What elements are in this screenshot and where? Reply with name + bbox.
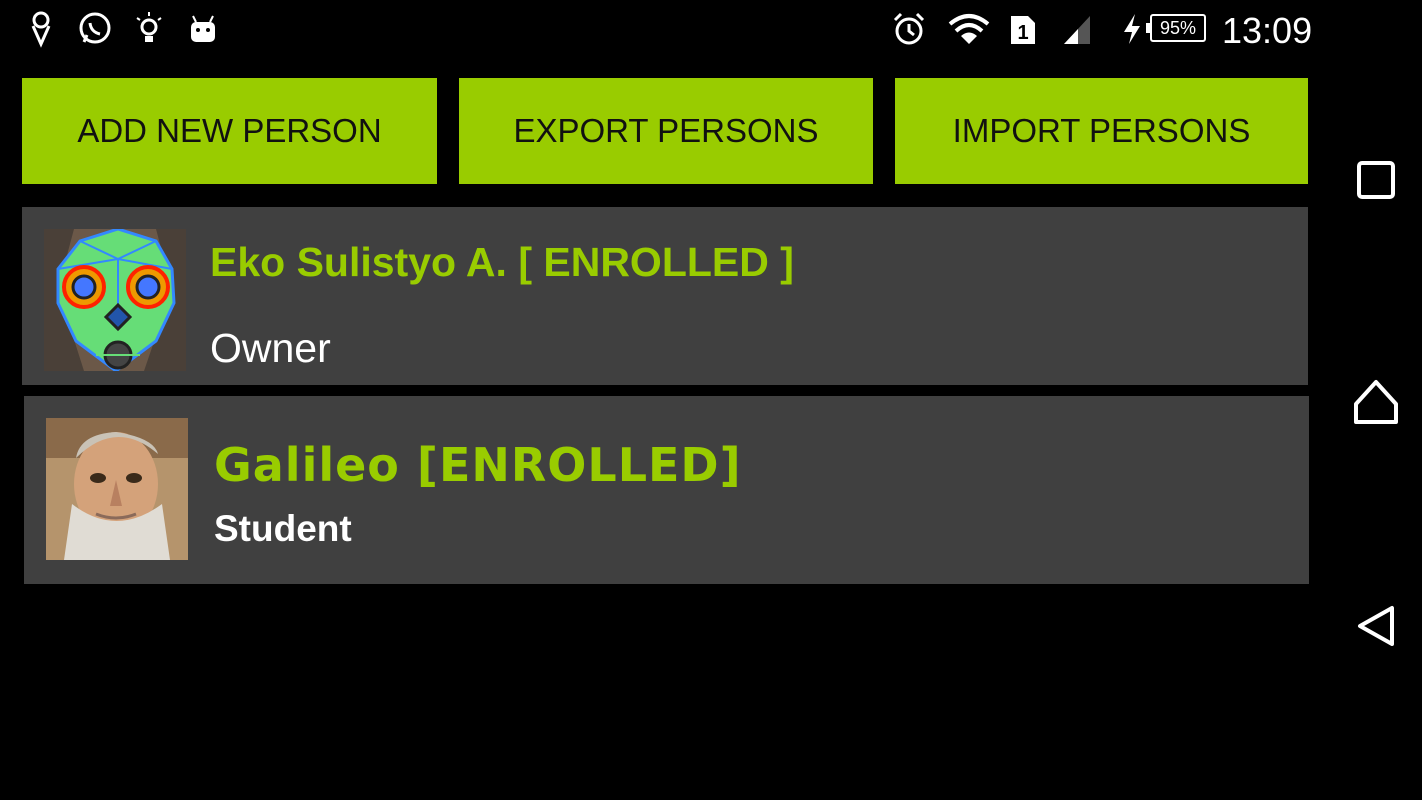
wifi-icon (948, 10, 990, 48)
export-persons-button[interactable]: EXPORT PERSONS (459, 78, 873, 184)
person-name: Galileo [ENROLLED] (214, 438, 742, 492)
sim-number: 1 (1017, 22, 1028, 44)
import-persons-button[interactable]: IMPORT PERSONS (895, 78, 1308, 184)
status-bar: 1 95% 13:09 (0, 0, 1330, 62)
charging-icon (1120, 10, 1144, 48)
ice-cream-icon (24, 10, 58, 48)
person-role: Student (214, 508, 352, 549)
sim-icon: 1 (1008, 10, 1038, 48)
battery-indicator: 95% (1146, 14, 1206, 42)
galileo-portrait (46, 418, 188, 560)
person-name: Eko Sulistyo A. [ ENROLLED ] (210, 239, 794, 285)
whatsapp-icon (78, 10, 112, 48)
back-icon[interactable] (1350, 600, 1402, 652)
add-new-person-button[interactable]: ADD NEW PERSON (22, 78, 437, 184)
clock: 13:09 (1222, 10, 1313, 51)
person-row[interactable]: Galileo [ENROLLED] Student (24, 396, 1309, 584)
home-icon[interactable] (1350, 376, 1402, 428)
lightbulb-icon (132, 10, 166, 48)
face-mesh-avatar (44, 229, 186, 371)
recents-icon[interactable] (1350, 154, 1402, 206)
alarm-icon (892, 10, 926, 48)
person-role: Owner (210, 325, 331, 371)
signal-icon (1060, 10, 1094, 48)
navigation-bar (1330, 0, 1422, 800)
android-icon (186, 10, 220, 48)
person-row[interactable]: Eko Sulistyo A. [ ENROLLED ] Owner (22, 207, 1308, 385)
